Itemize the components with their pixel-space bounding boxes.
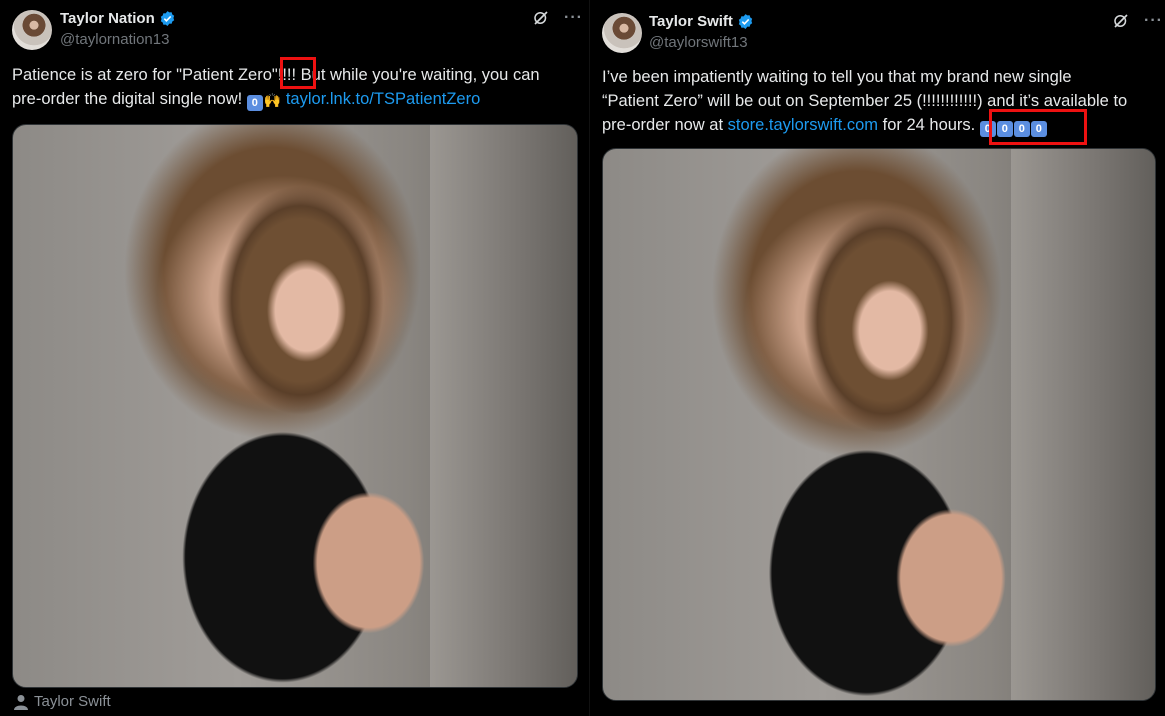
author-name[interactable]: Taylor Swift	[649, 13, 754, 30]
avatar[interactable]	[602, 13, 642, 53]
highlight-annotation-box	[989, 109, 1087, 145]
person-icon	[14, 694, 28, 710]
grok-icon[interactable]	[1112, 12, 1130, 30]
tagged-user[interactable]: Taylor Swift	[14, 693, 111, 710]
photo-shoulder	[283, 445, 453, 659]
photo-face	[249, 237, 363, 384]
photo-shoulder	[867, 463, 1034, 673]
tweet-photo[interactable]	[12, 124, 578, 688]
verified-badge-icon	[738, 14, 753, 29]
more-icon[interactable]: ···	[564, 9, 583, 27]
tagged-user-label[interactable]: Taylor Swift	[34, 693, 111, 710]
grok-icon[interactable]	[532, 9, 550, 27]
tweet-link[interactable]: store.taylorswift.com	[728, 116, 878, 134]
tweet-text-line-2: pre-order the digital single now! 0 🙌 tay…	[12, 87, 584, 112]
more-icon[interactable]: ···	[1144, 12, 1163, 30]
tweet-link[interactable]: taylor.lnk.to/TSPatientZero	[286, 90, 480, 108]
author-handle[interactable]: @taylorswift13	[649, 34, 748, 51]
tweet-taylor-nation: Taylor Nation @taylornation13 ··· Patien…	[0, 0, 589, 716]
author-handle[interactable]: @taylornation13	[60, 31, 169, 48]
keycap-zero-icon: 0	[246, 95, 263, 111]
tweet-text-span: pre-order the digital single now!	[12, 90, 243, 108]
author-name-text[interactable]: Taylor Swift	[649, 13, 733, 30]
raised-hands-icon: 🙌	[263, 92, 282, 108]
tweet-actions-top: ···	[532, 9, 583, 27]
tweet-text-span: pre-order now at	[602, 116, 724, 134]
verified-badge-icon	[160, 11, 174, 26]
author-name-text[interactable]: Taylor Nation	[60, 10, 155, 27]
tweet-actions-top: ···	[1112, 12, 1163, 30]
tweet-text-line-1: I’ve been impatiently waiting to tell yo…	[602, 68, 1072, 86]
tweet-text-span: for 24 hours.	[882, 116, 976, 134]
author-name[interactable]: Taylor Nation	[60, 10, 176, 27]
highlight-annotation-box	[280, 57, 316, 89]
photo-face	[834, 259, 946, 403]
tweet-taylor-swift: Taylor Swift @taylorswift13 ··· I’ve bee…	[589, 0, 1165, 716]
tweet-photo[interactable]	[602, 148, 1156, 701]
avatar[interactable]	[12, 10, 52, 50]
